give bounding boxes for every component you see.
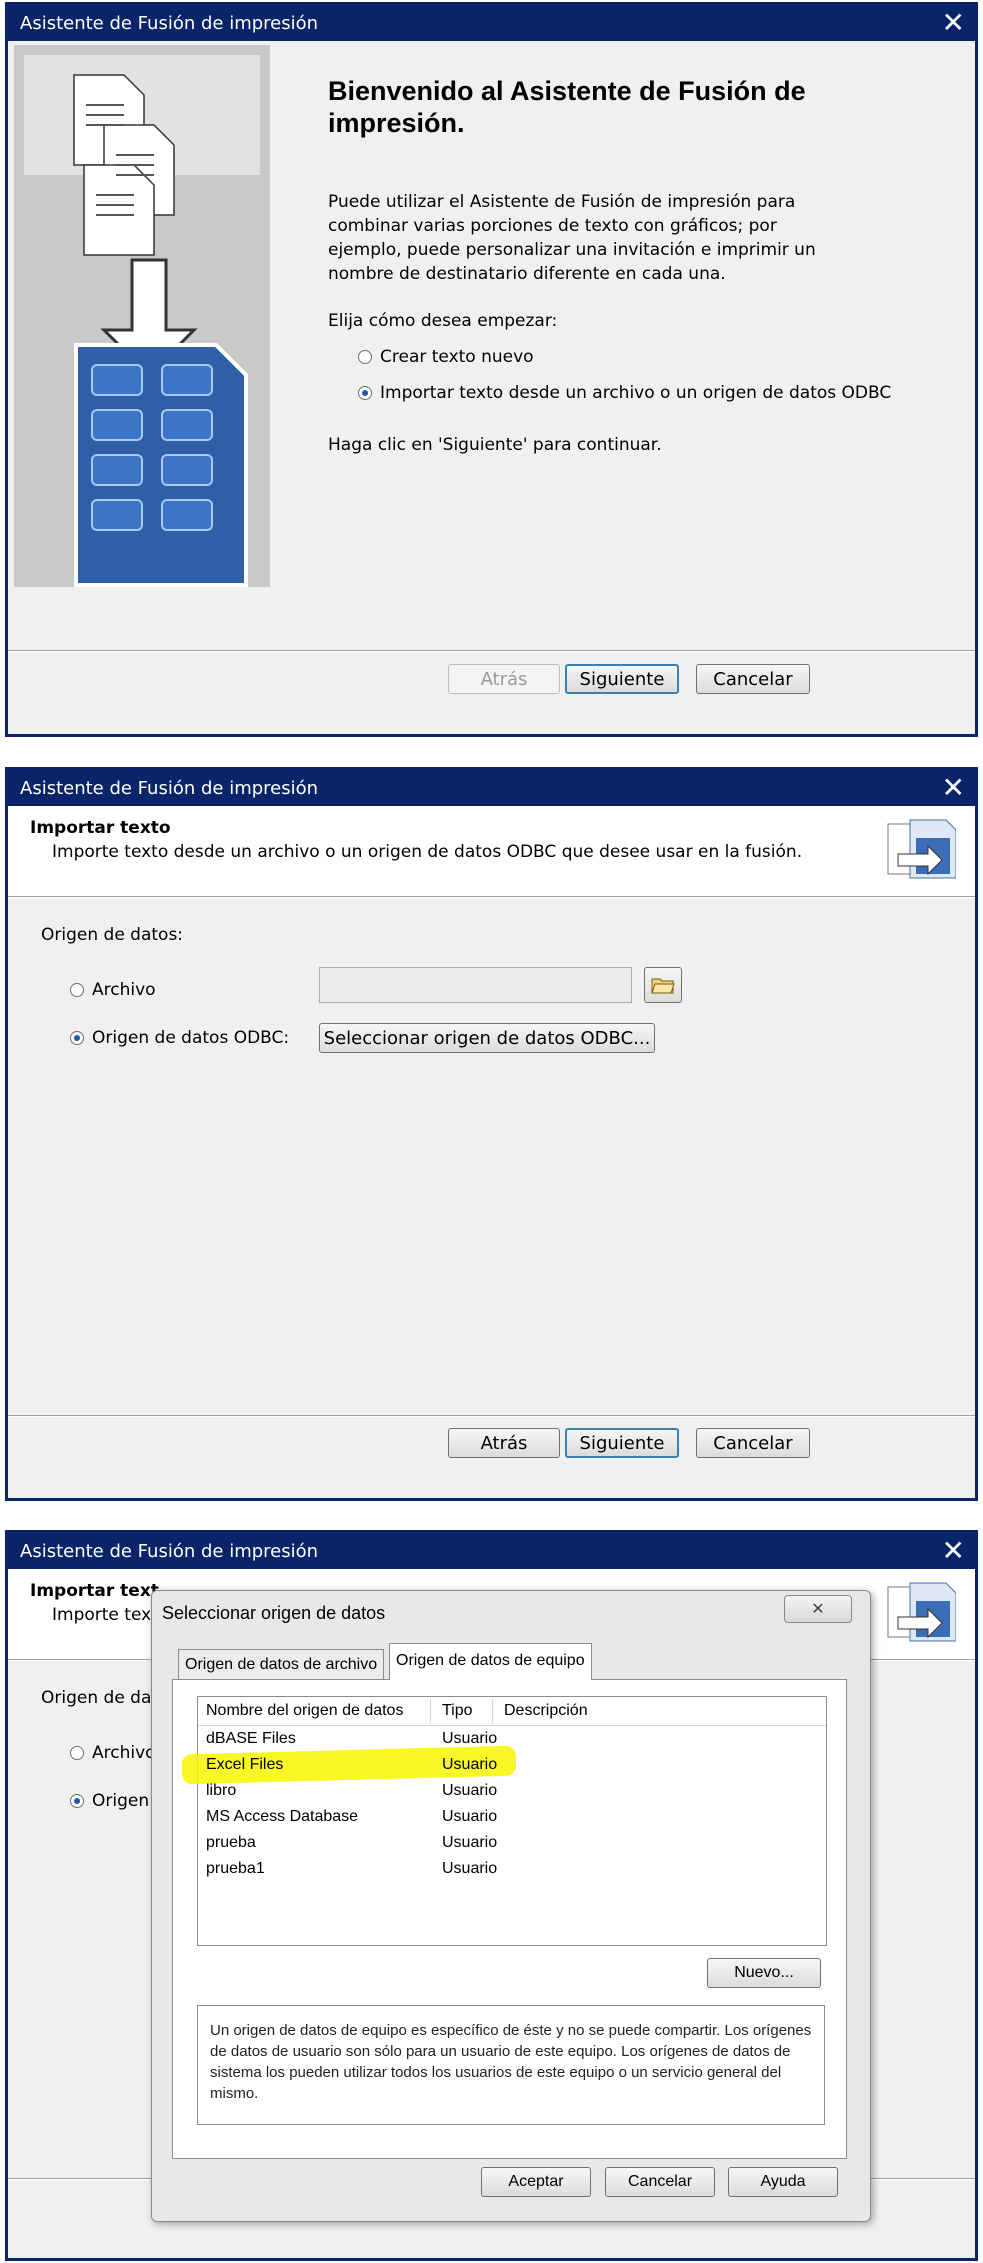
table-row[interactable]: libro Usuario — [198, 1779, 826, 1805]
file-path-field[interactable] — [319, 967, 632, 1003]
option-file-label: Archivo — [92, 1743, 156, 1763]
info-text: Un origen de datos de equipo es específi… — [210, 2022, 812, 2102]
table-row[interactable]: prueba1 Usuario — [198, 1857, 826, 1883]
choose-label: Elija cómo desea empezar: — [328, 311, 558, 331]
radio-odbc[interactable] — [70, 1794, 84, 1808]
radio-file[interactable] — [70, 1746, 84, 1760]
option-file-label: Archivo — [92, 980, 156, 1000]
title-bar[interactable]: Asistente de Fusión de impresión ✕ — [8, 1533, 975, 1569]
cell-type: Usuario — [442, 1782, 498, 1799]
back-button[interactable]: Atrás — [448, 664, 560, 694]
cell-type: Usuario — [442, 1730, 498, 1747]
wizard-illustration — [14, 45, 270, 587]
tab-panel: Nombre del origen de datos Tipo Descripc… — [172, 1679, 847, 2159]
close-icon[interactable]: ✕ — [942, 9, 965, 37]
column-divider — [492, 1699, 493, 1723]
radio-odbc[interactable] — [70, 1031, 84, 1045]
select-odbc-button[interactable]: Seleccionar origen de datos ODBC... — [319, 1023, 655, 1053]
folder-open-icon — [651, 978, 675, 994]
next-button[interactable]: Siguiente — [565, 1428, 679, 1458]
select-data-source-dialog: Seleccionar origen de datos ✕ Origen de … — [151, 1590, 871, 2222]
option-import-label: Importar texto desde un archivo o un ori… — [380, 383, 892, 403]
welcome-description: Puede utilizar el Asistente de Fusión de… — [328, 192, 816, 284]
header-subtitle: Importe tex — [52, 1605, 152, 1625]
cell-type: Usuario — [442, 1756, 498, 1773]
table-row[interactable]: Excel Files Usuario — [181, 1745, 826, 1785]
info-box: Un origen de datos de equipo es específi… — [197, 2005, 825, 2125]
list-header: Nombre del origen de datos Tipo Descripc… — [198, 1697, 826, 1726]
source-label: Origen de dat — [41, 1688, 159, 1708]
table-row[interactable]: MS Access Database Usuario — [198, 1805, 826, 1831]
close-icon: ✕ — [811, 1601, 825, 1618]
cell-name: dBASE Files — [206, 1730, 296, 1747]
column-header-type[interactable]: Tipo — [442, 1702, 473, 1720]
column-header-description[interactable]: Descripción — [504, 1702, 588, 1720]
import-text-icon — [884, 1581, 957, 1648]
option-file[interactable]: Archivo — [70, 1743, 156, 1763]
wizard-header: Importar texto Importe texto desde un ar… — [8, 806, 975, 896]
continue-hint: Haga clic en 'Siguiente' para continuar. — [328, 435, 662, 455]
cancel-button[interactable]: Cancelar — [605, 2167, 715, 2197]
footer-separator — [8, 650, 975, 652]
cell-type: Usuario — [442, 1860, 498, 1877]
import-text-icon — [884, 818, 957, 885]
help-button[interactable]: Ayuda — [728, 2167, 838, 2197]
data-source-list[interactable]: Nombre del origen de datos Tipo Descripc… — [181, 1696, 827, 1946]
browse-folder-button[interactable] — [644, 967, 682, 1003]
wizard-welcome-window: Asistente de Fusión de impresión ✕ Bienv… — [5, 2, 978, 737]
header-subtitle: Importe texto desde un archivo o un orig… — [52, 842, 803, 862]
option-new-text[interactable]: Crear texto nuevo — [358, 347, 534, 367]
column-header-name[interactable]: Nombre del origen de datos — [206, 1702, 403, 1720]
source-label: Origen de datos: — [41, 925, 184, 945]
option-odbc-label: Origen de datos ODBC: — [92, 1028, 290, 1048]
table-row[interactable]: prueba Usuario — [198, 1831, 826, 1857]
new-data-source-button[interactable]: Nuevo... — [707, 1958, 821, 1988]
title-bar[interactable]: Asistente de Fusión de impresión ✕ — [8, 5, 975, 41]
option-file[interactable]: Archivo — [70, 980, 156, 1000]
cell-type: Usuario — [442, 1808, 498, 1825]
accept-button[interactable]: Aceptar — [481, 2167, 591, 2197]
header-separator — [8, 896, 975, 898]
cell-type: Usuario — [442, 1834, 498, 1851]
radio-file[interactable] — [70, 983, 84, 997]
cell-name: Excel Files — [206, 1756, 284, 1773]
option-odbc-label: Origen — [92, 1791, 150, 1811]
cancel-button[interactable]: Cancelar — [696, 1428, 810, 1458]
back-button[interactable]: Atrás — [448, 1428, 560, 1458]
welcome-heading: Bienvenido al Asistente de Fusión de imp… — [328, 76, 806, 138]
close-icon[interactable]: ✕ — [942, 774, 965, 802]
column-divider — [430, 1699, 431, 1723]
dialog-title: Seleccionar origen de datos — [162, 1603, 386, 1623]
header-title: Importar text — [30, 1581, 159, 1601]
radio-new[interactable] — [358, 350, 372, 364]
cancel-button[interactable]: Cancelar — [696, 664, 810, 694]
option-odbc[interactable]: Origen de datos ODBC: — [70, 1028, 289, 1048]
header-title: Importar texto — [30, 818, 171, 838]
cell-name: prueba — [206, 1834, 256, 1851]
title-bar[interactable]: Asistente de Fusión de impresión ✕ — [8, 770, 975, 806]
tab-machine-data-source[interactable]: Origen de datos de equipo — [389, 1643, 592, 1680]
window-title: Asistente de Fusión de impresión — [20, 1540, 319, 1562]
wizard-import-window: Asistente de Fusión de impresión ✕ Impor… — [5, 767, 978, 1501]
cell-name: libro — [206, 1782, 237, 1799]
cell-name: MS Access Database — [206, 1808, 359, 1825]
option-odbc[interactable]: Origen — [70, 1791, 149, 1811]
tab-file-data-source[interactable]: Origen de datos de archivo — [178, 1649, 385, 1679]
cell-name: prueba1 — [206, 1860, 265, 1877]
option-import-text[interactable]: Importar texto desde un archivo o un ori… — [358, 383, 891, 403]
option-new-label: Crear texto nuevo — [380, 347, 534, 367]
radio-import[interactable] — [358, 386, 372, 400]
window-title: Asistente de Fusión de impresión — [20, 777, 319, 799]
window-title: Asistente de Fusión de impresión — [20, 12, 319, 34]
footer-separator — [8, 1415, 975, 1417]
next-button[interactable]: Siguiente — [565, 664, 679, 694]
close-icon[interactable]: ✕ — [942, 1537, 965, 1565]
dialog-close-button[interactable]: ✕ — [784, 1595, 852, 1623]
